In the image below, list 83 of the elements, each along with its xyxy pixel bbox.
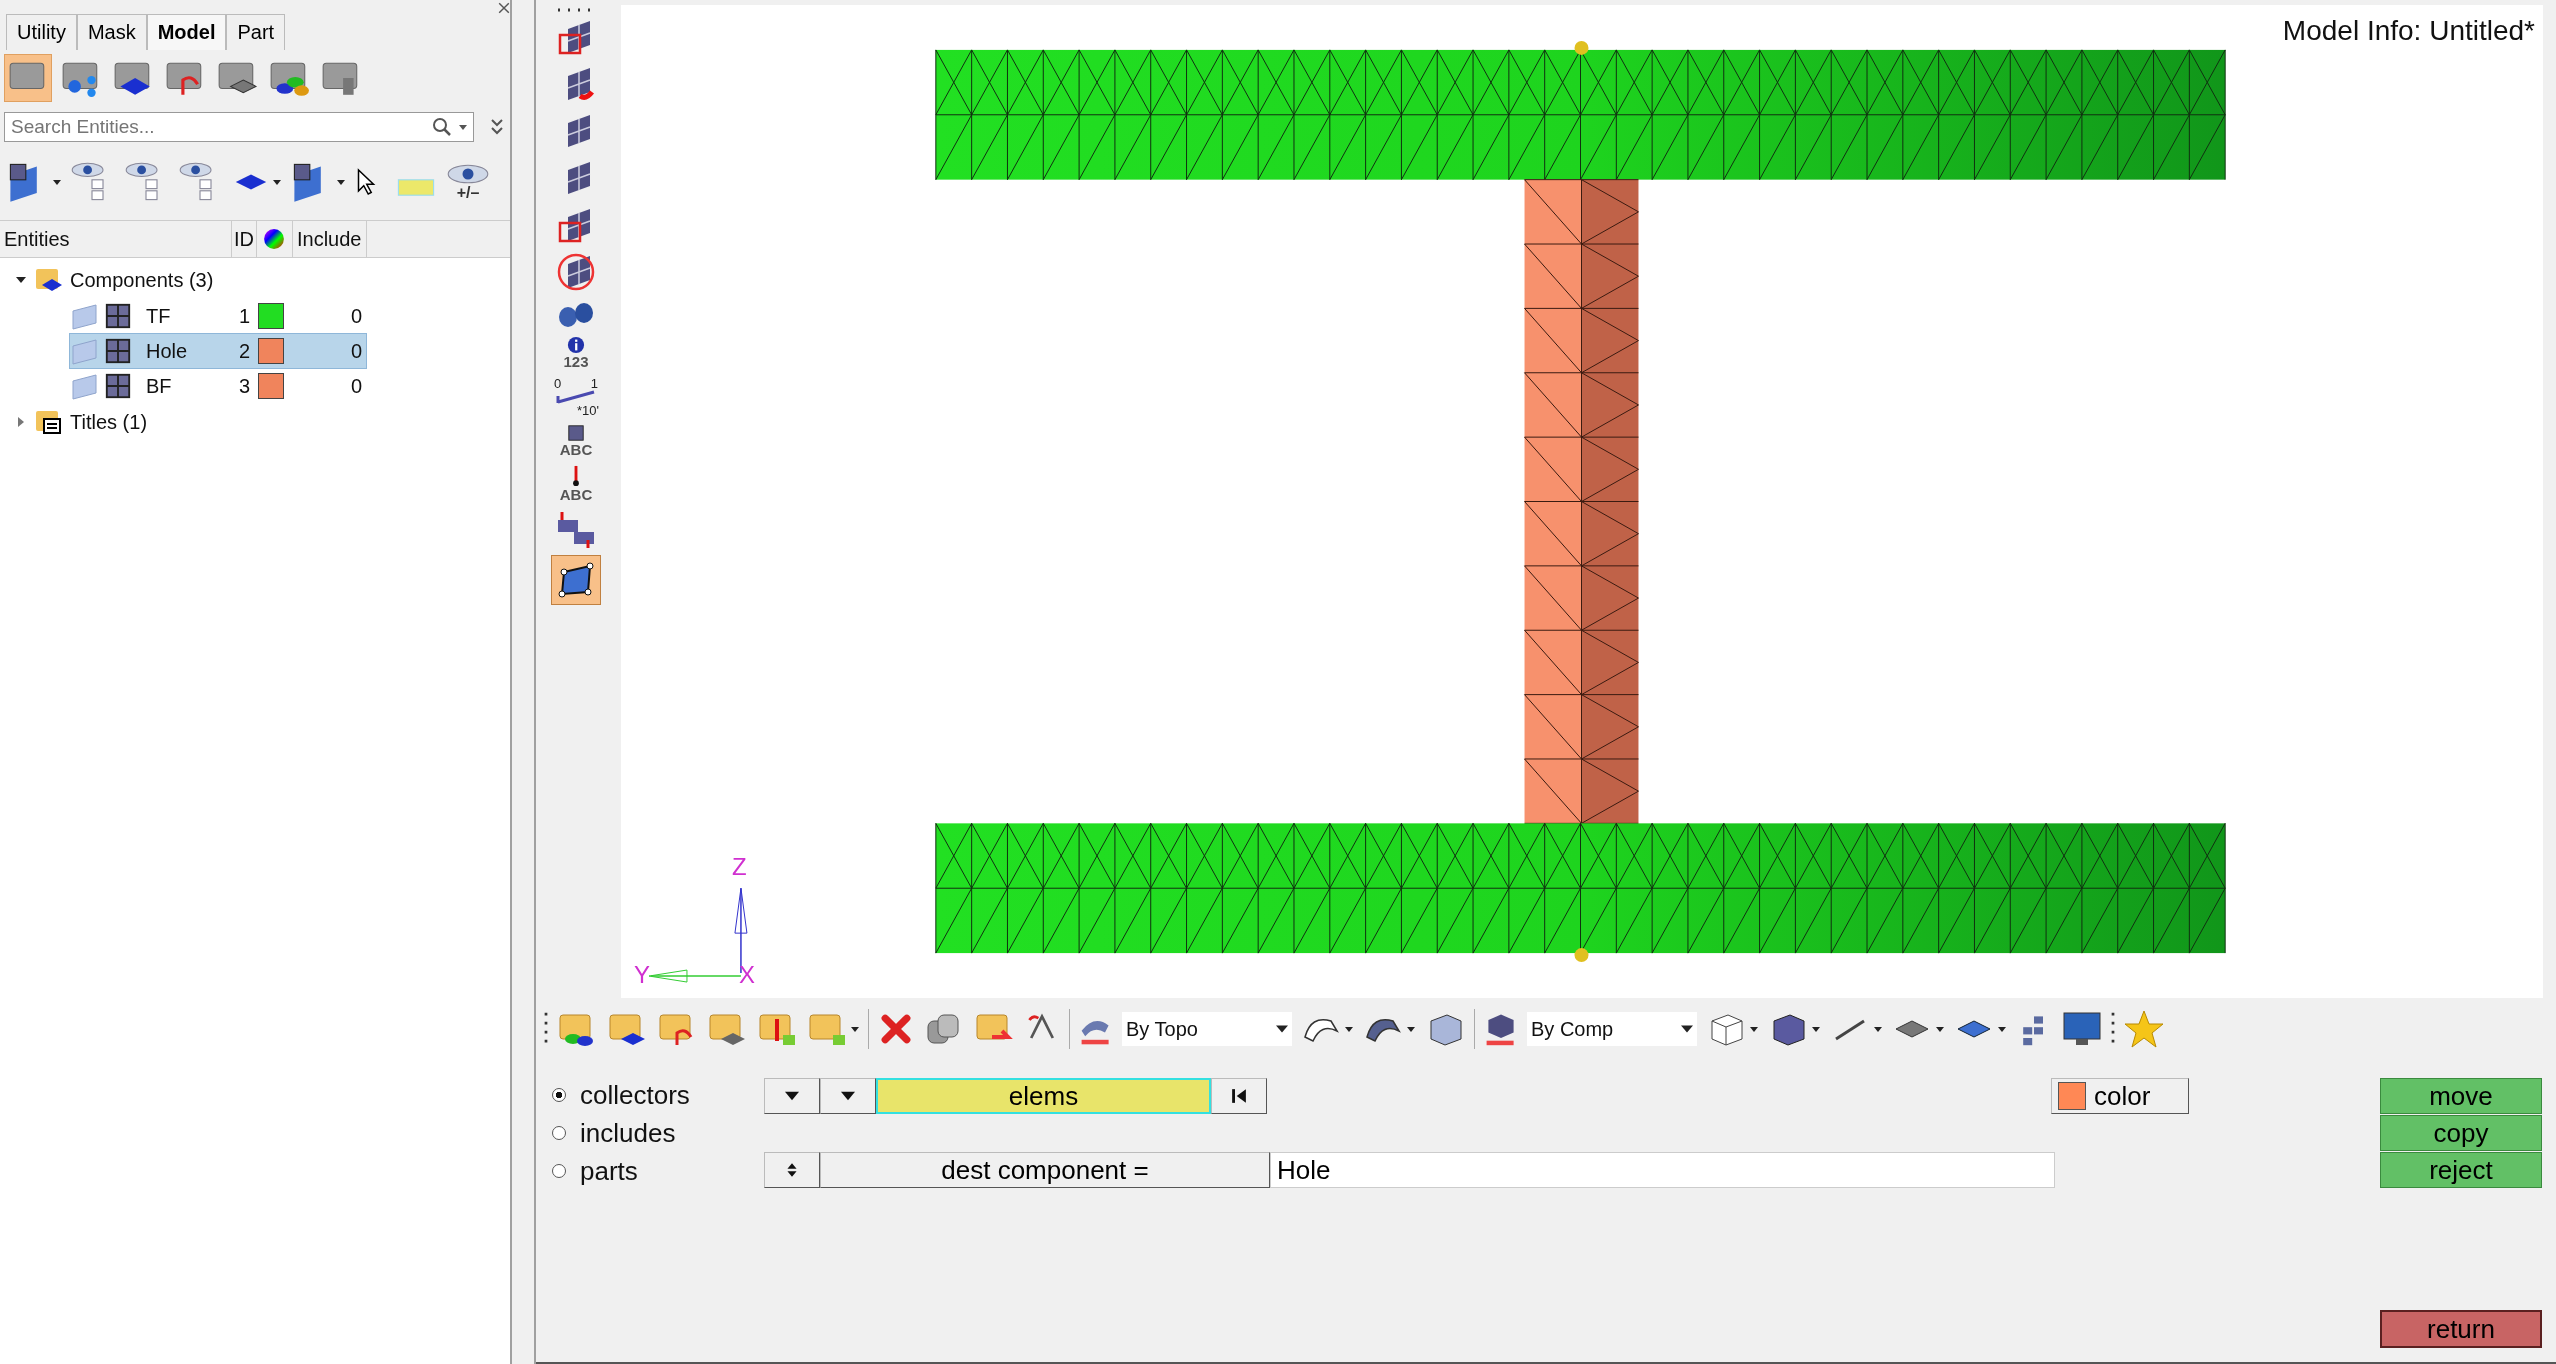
search-field[interactable]: Search Entities... [4,112,474,142]
scale-line-icon [556,390,596,404]
component-name: Hole [145,339,189,363]
component-row[interactable]: BF 3 0 [70,369,366,403]
dropdown-button[interactable] [820,1078,876,1114]
action-button[interactable]: reject [2380,1152,2542,1188]
caret-icon[interactable] [336,177,346,187]
caret-icon [841,1089,855,1103]
include-id: 0 [349,339,363,363]
z-axis-label: Z [731,853,747,881]
star-icon[interactable] [2123,1008,2165,1050]
up-down-arrows-icon [786,1162,798,1178]
column-header[interactable]: Entities [0,221,232,257]
caret-icon[interactable] [458,122,468,132]
tree-group-label[interactable]: Titles (1) [70,410,148,434]
dropdown-button[interactable] [764,1078,820,1114]
color-swatch[interactable] [258,338,284,364]
tree-group-label[interactable]: Components (3) [70,268,214,292]
radio-option[interactable]: parts [552,1154,764,1188]
surface-icon [70,301,100,331]
component-row[interactable]: Hole 2 0 [70,334,366,368]
dest-component-field[interactable]: Hole [1270,1152,2055,1188]
component-name: TF [145,304,172,328]
scale-button[interactable]: 0 1 *10' [551,375,601,419]
include-id: 0 [349,304,363,328]
component-name: BF [145,374,173,398]
label-button[interactable]: ABC [557,463,595,505]
column-header[interactable]: Include [293,221,367,257]
surface-icon [70,336,100,366]
color-swatch[interactable] [258,303,284,329]
color-swatch[interactable] [258,373,284,399]
color-wheel-icon[interactable] [263,228,285,250]
display-mode-dropdown[interactable]: By Topo [1122,1012,1292,1046]
component-row[interactable]: TF 1 0 [70,299,366,333]
panel-tab[interactable]: Utility [6,14,77,50]
close-icon[interactable] [498,2,510,14]
color-mode-dropdown[interactable]: By Comp [1527,1012,1697,1046]
return-button[interactable]: return [2380,1310,2542,1348]
panel-tab[interactable]: Part [226,14,286,50]
caret-icon[interactable] [272,177,282,187]
caret-icon [785,1089,799,1103]
caret-icon[interactable] [1935,1024,1945,1034]
caret-icon[interactable] [1344,1024,1354,1034]
caret-icon[interactable] [1749,1024,1759,1034]
dest-component-button[interactable]: dest component = [820,1152,1270,1188]
search-icon[interactable] [432,117,452,137]
skip-to-start-icon [1231,1088,1247,1104]
include-id: 0 [349,374,363,398]
caret-icon[interactable] [1811,1024,1821,1034]
action-button[interactable]: move [2380,1078,2542,1114]
component-id: 2 [237,339,250,363]
caret-icon[interactable] [1873,1024,1883,1034]
panel-tab[interactable]: Model [146,14,227,50]
x-axis-label: X [738,961,755,989]
caret-icon [1276,1023,1288,1035]
caret-icon[interactable] [850,1024,860,1034]
radio-option[interactable]: includes [552,1116,764,1150]
label-button[interactable]: ABC [557,422,595,460]
radio-option[interactable]: collectors [552,1078,764,1112]
column-header[interactable]: ID [232,221,257,257]
caret-icon [1681,1023,1693,1035]
component-id: 3 [237,374,250,398]
caret-icon[interactable] [1406,1024,1416,1034]
expand-icon[interactable] [490,117,504,137]
entity-selector[interactable]: elems [876,1078,1211,1114]
caret-icon[interactable] [52,177,62,187]
info-icon [567,336,585,354]
y-axis-label: Y [634,961,650,989]
reset-button[interactable] [1211,1078,1267,1114]
number-button[interactable]: 123 [561,334,591,372]
graphics-viewport[interactable]: Model Info: Untitled* Z Y X [621,5,2543,998]
panel-tab[interactable]: Mask [76,14,147,50]
caret-icon[interactable] [1997,1024,2007,1034]
model-info: Model Info: Untitled* [2282,15,2535,47]
collapse-arrow-icon[interactable] [16,275,26,285]
quad-icon[interactable] [551,555,601,605]
color-button[interactable]: color [2051,1078,2189,1114]
expand-arrow-icon[interactable] [16,417,26,427]
pin-icon [573,465,579,487]
surface-icon [70,371,100,401]
toggle-button[interactable] [764,1152,820,1188]
component-id: 1 [237,304,250,328]
action-button[interactable]: copy [2380,1115,2542,1151]
